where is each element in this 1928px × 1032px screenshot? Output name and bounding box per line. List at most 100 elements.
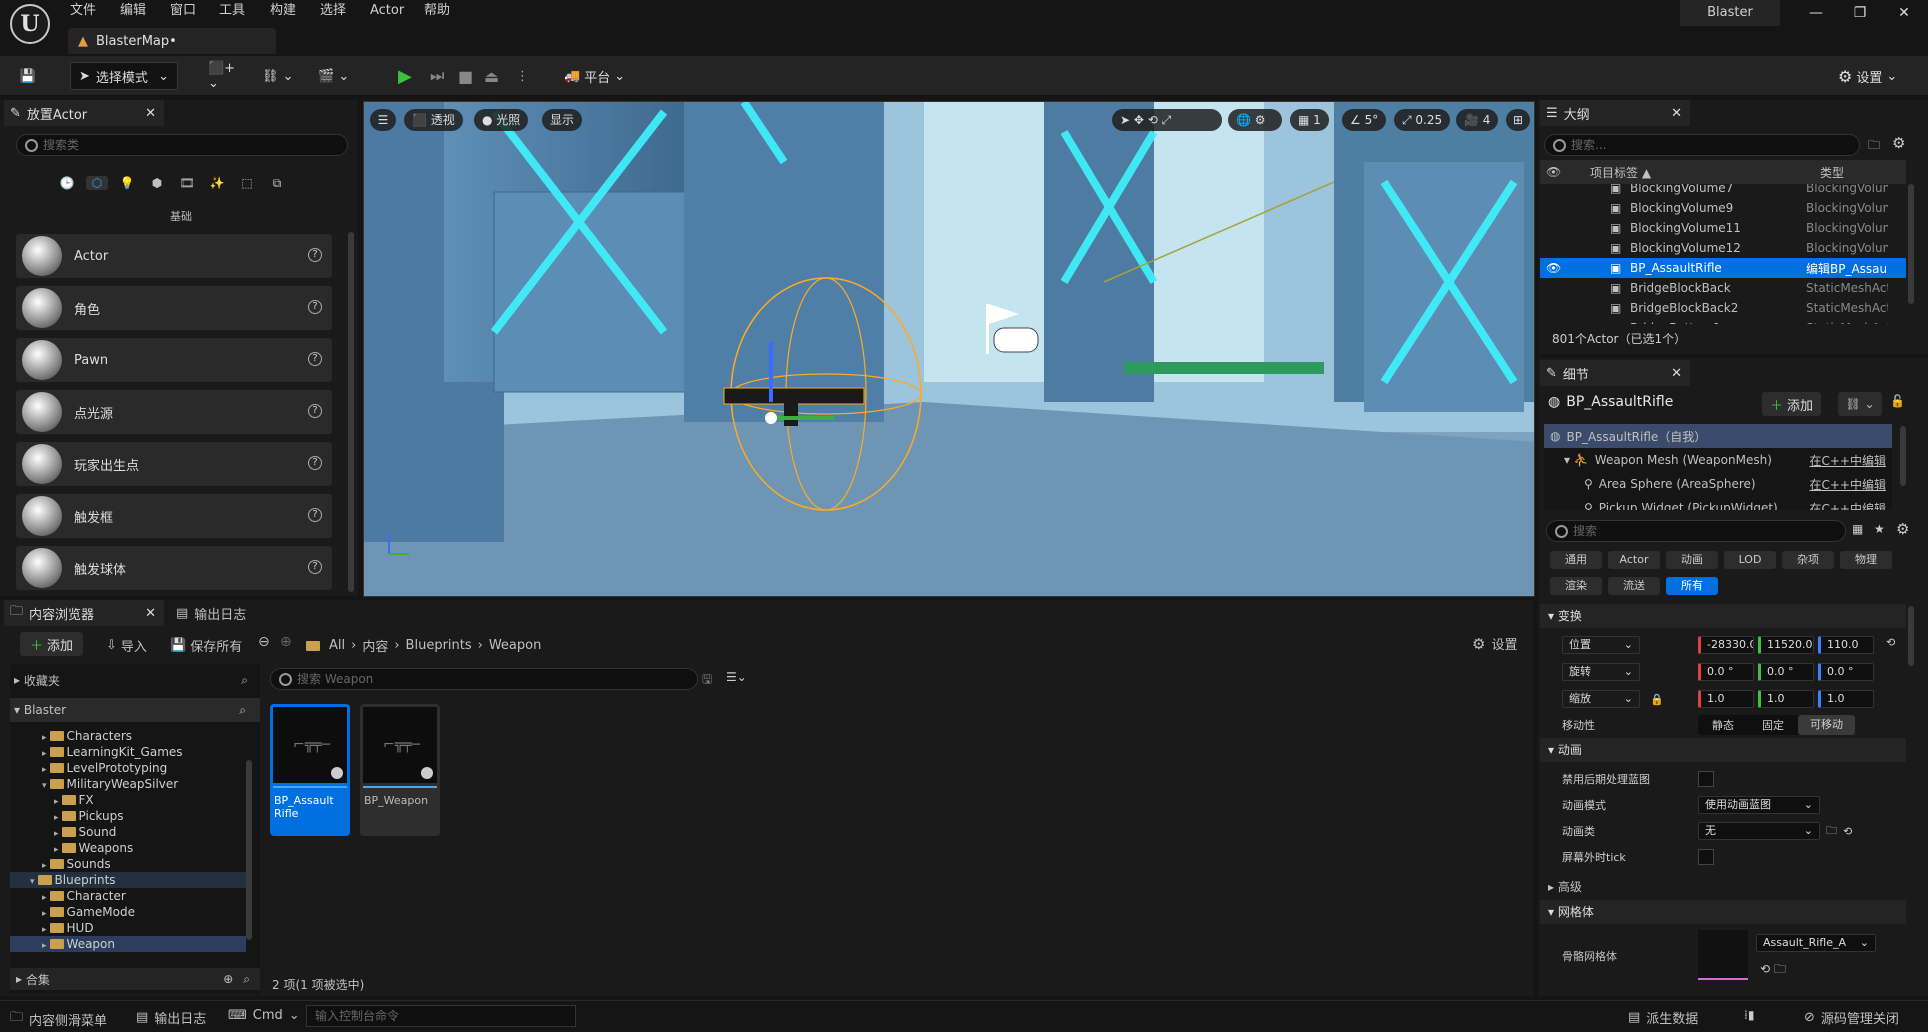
outliner-row[interactable]: ▣ BridgeBlockBack StaticMeshAct bbox=[1540, 278, 1906, 298]
category-tab[interactable]: 所有 bbox=[1666, 577, 1718, 595]
folder-item[interactable]: ▸ LearningKit_Games bbox=[10, 744, 246, 760]
location-z-field[interactable]: 110.0 bbox=[1818, 636, 1874, 654]
rotation-x-field[interactable]: 0.0 ° bbox=[1698, 663, 1754, 681]
help-icon[interactable]: ? bbox=[308, 300, 322, 314]
asset-tile[interactable]: ⌐╦╤─ BP_Weapon bbox=[360, 704, 440, 836]
tab-content-browser[interactable]: 🗀 内容浏览器 ✕ bbox=[4, 600, 164, 626]
rotation-z-field[interactable]: 0.0 ° bbox=[1818, 663, 1874, 681]
category-tab[interactable]: Actor bbox=[1608, 551, 1660, 569]
recent-icon[interactable]: 🕒 bbox=[56, 176, 78, 190]
outliner-search-input[interactable]: 搜索... bbox=[1544, 134, 1860, 156]
component-row[interactable]: ⚲ Pickup Widget (PickupWidget) 在C++中编辑 bbox=[1544, 496, 1892, 510]
edit-in-cpp-link[interactable]: 在C++中编辑 bbox=[1810, 452, 1887, 469]
edit-in-cpp-link[interactable]: 在C++中编辑 bbox=[1810, 476, 1887, 493]
place-item-2[interactable]: Pawn? bbox=[16, 338, 332, 382]
outliner-row[interactable]: ▣ BridgeBottom1StaticMeshAct bbox=[1540, 318, 1906, 324]
expand-icon[interactable]: ▸ bbox=[42, 909, 47, 919]
row-type[interactable]: 编辑BP_Assault bbox=[1806, 260, 1888, 277]
menu-actor[interactable]: Actor bbox=[370, 0, 404, 22]
type-column[interactable]: 类型 bbox=[1820, 164, 1844, 181]
folder-item[interactable]: ▾ MilitaryWeapSilver bbox=[10, 776, 246, 792]
all-classes-icon[interactable]: ⧉ bbox=[266, 176, 288, 191]
step-icon[interactable]: ⏭ bbox=[430, 62, 452, 90]
tab-output-log[interactable]: ▤ 输出日志 bbox=[176, 604, 246, 623]
close-icon[interactable]: ✕ bbox=[1884, 0, 1924, 26]
component-row[interactable]: ◍ BP_AssaultRifle（自我） bbox=[1544, 424, 1892, 448]
menu-tools[interactable]: 工具 bbox=[219, 0, 245, 22]
help-icon[interactable]: ? bbox=[308, 352, 322, 366]
mesh-thumbnail[interactable] bbox=[1698, 930, 1748, 980]
reset-icon[interactable]: ⟲ bbox=[1886, 636, 1895, 649]
level-viewport[interactable]: ☰ ⬛ 透视 ● 光照 显示 ➤ ✥ ⟲ ⤢ 🌐 ⚙ ▦ 1 ∠ 5° ⤢ 0.… bbox=[363, 101, 1535, 597]
component-row[interactable]: ▾ ⛹ Weapon Mesh (WeaponMesh) 在C++中编辑 bbox=[1544, 448, 1892, 472]
import-button[interactable]: ⇩ 导入 bbox=[106, 636, 147, 655]
category-tab[interactable]: 渲染 bbox=[1550, 577, 1602, 595]
scale-y-field[interactable]: 1.0 bbox=[1758, 690, 1814, 708]
gear-icon[interactable]: ⚙ bbox=[1896, 520, 1909, 538]
settings-button[interactable]: ⚙ 设置 ⌄ bbox=[1838, 62, 1914, 90]
maximize-viewport-icon[interactable]: ⊞ bbox=[1506, 109, 1530, 131]
disable-post-checkbox[interactable] bbox=[1698, 771, 1714, 787]
category-tab[interactable]: LOD bbox=[1724, 551, 1776, 569]
play-icon[interactable]: ▶ bbox=[398, 62, 420, 90]
section-animation[interactable]: ▾ 动画 bbox=[1540, 738, 1906, 762]
save-icon[interactable]: 💾 bbox=[14, 62, 42, 90]
expand-icon[interactable]: ▸ bbox=[42, 765, 47, 775]
back-icon[interactable]: ⊖ bbox=[258, 634, 270, 650]
restore-icon[interactable]: ❐ bbox=[1840, 0, 1880, 26]
section-advanced[interactable]: ▸ 高级 bbox=[1548, 878, 1582, 895]
content-drawer-button[interactable]: 🗀 内容侧滑菜单 bbox=[10, 1008, 107, 1030]
folder-item[interactable]: ▸ Pickups bbox=[10, 808, 246, 824]
folder-add-icon[interactable]: 🗀 bbox=[1868, 136, 1880, 157]
details-search-input[interactable]: 搜索 bbox=[1546, 520, 1846, 542]
lock-icon[interactable]: 🔒 bbox=[1650, 693, 1664, 706]
label-column[interactable]: 项目标签 ▲ bbox=[1590, 164, 1820, 181]
outliner-row[interactable]: 👁 ▣ BP_AssaultRifle 编辑BP_Assault bbox=[1540, 258, 1906, 278]
location-x-field[interactable]: -28330.0 bbox=[1698, 636, 1754, 654]
expand-icon[interactable]: ▸ bbox=[54, 797, 59, 807]
filter-icon[interactable]: ☰⌄ bbox=[726, 670, 747, 684]
help-icon[interactable]: ? bbox=[308, 404, 322, 418]
help-icon[interactable]: ? bbox=[308, 456, 322, 470]
expand-icon[interactable]: ▸ bbox=[54, 845, 59, 855]
crumb-content[interactable]: 内容 bbox=[362, 636, 388, 655]
place-scrollbar[interactable] bbox=[348, 232, 354, 592]
category-tab[interactable]: 通用 bbox=[1550, 551, 1602, 569]
folder-item[interactable]: ▸ LevelPrototyping bbox=[10, 760, 246, 776]
folder-item[interactable]: ▸ Character bbox=[10, 888, 246, 904]
save-search-icon[interactable]: 🖫 bbox=[702, 670, 712, 691]
expand-icon[interactable]: ▸ bbox=[42, 733, 47, 743]
expand-icon[interactable]: ▸ bbox=[42, 941, 47, 951]
menu-edit[interactable]: 编辑 bbox=[120, 0, 146, 22]
tree-scrollbar[interactable] bbox=[246, 760, 252, 940]
viewport-menu-icon[interactable]: ☰ bbox=[370, 109, 396, 131]
light-icon[interactable]: 💡 bbox=[116, 176, 138, 190]
folder-item[interactable]: ▸ Sounds bbox=[10, 856, 246, 872]
rotation-y-field[interactable]: 0.0 ° bbox=[1758, 663, 1814, 681]
eject-icon[interactable]: ⏏ bbox=[484, 62, 506, 90]
source-control-button[interactable]: ⊘ 源码管理关闭 bbox=[1804, 1008, 1899, 1027]
menu-build[interactable]: 构建 bbox=[270, 0, 296, 22]
mobility-movable[interactable]: 可移动 bbox=[1798, 715, 1855, 735]
save-all-button[interactable]: 💾 保存所有 bbox=[170, 636, 242, 655]
table-view-icon[interactable]: ▦ bbox=[1852, 522, 1863, 536]
class-search-input[interactable]: 搜索类 bbox=[16, 134, 348, 156]
lock-icon[interactable]: 🔓 bbox=[1890, 394, 1905, 408]
collections-header[interactable]: ▸ 合集 ⊕ ⌕ bbox=[10, 968, 260, 990]
help-icon[interactable]: ? bbox=[308, 248, 322, 262]
tick-offscreen-checkbox[interactable] bbox=[1698, 849, 1714, 865]
tab-place-actor[interactable]: ✎ 放置Actor ✕ bbox=[4, 100, 164, 126]
category-tab[interactable]: 流送 bbox=[1608, 577, 1660, 595]
expand-icon[interactable]: ▾ bbox=[42, 781, 47, 791]
category-tab[interactable]: 杂项 bbox=[1782, 551, 1834, 569]
component-row[interactable]: ⚲ Area Sphere (AreaSphere) 在C++中编辑 bbox=[1544, 472, 1892, 496]
outliner-row[interactable]: ▣ BlockingVolume7 BlockingVolum bbox=[1540, 184, 1906, 198]
location-mode-select[interactable]: 位置 ⌄ bbox=[1562, 636, 1640, 654]
component-scrollbar[interactable] bbox=[1900, 426, 1906, 486]
visual-fx-icon[interactable]: ✨ bbox=[206, 176, 228, 190]
scale-snap[interactable]: ⤢ 0.25 bbox=[1394, 109, 1451, 131]
crumb-all[interactable]: All bbox=[329, 638, 345, 653]
console-input[interactable]: 输入控制台命令 bbox=[306, 1005, 576, 1027]
outliner-row[interactable]: ▣ BlockingVolume12 BlockingVolum bbox=[1540, 238, 1906, 258]
folder-item[interactable]: ▾ Blueprints bbox=[10, 872, 246, 888]
